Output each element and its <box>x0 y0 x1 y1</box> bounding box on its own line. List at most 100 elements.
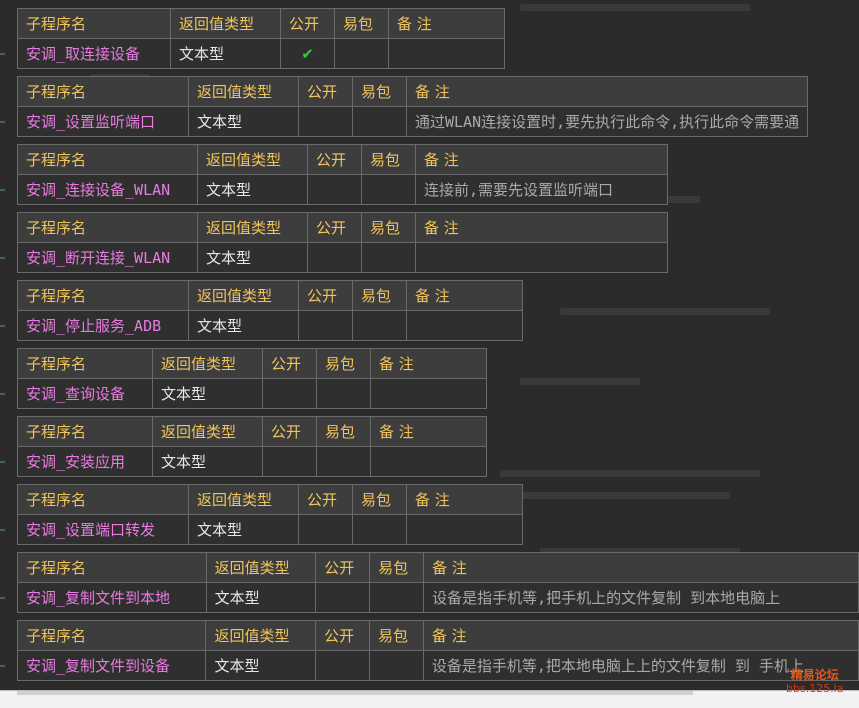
header-public: 公开 <box>298 76 353 107</box>
header-name: 子程序名 <box>17 348 153 379</box>
public-checkbox-cell[interactable] <box>262 446 317 477</box>
note-cell[interactable]: 设备是指手机等,把手机上的文件复制 到本地电脑上 <box>423 582 859 613</box>
header-note: 备 注 <box>388 8 505 39</box>
header-public: 公开 <box>298 484 353 515</box>
return-type-cell[interactable]: 文本型 <box>205 650 317 681</box>
subprogram-name-cell[interactable]: 安调_停止服务_ADB <box>17 310 189 341</box>
subprogram-table[interactable]: 子程序名 返回值类型 公开 易包备 注安调_复制文件到设备 文本型 设备是指手机等,把本地… <box>16 620 859 681</box>
easy-package-cell[interactable] <box>352 106 407 137</box>
watermark-line2: bbs.125.la <box>786 682 844 695</box>
public-checkbox-cell[interactable] <box>298 310 353 341</box>
subprogram-name-cell[interactable]: 安调_复制文件到本地 <box>17 582 207 613</box>
return-type-cell[interactable]: 文本型 <box>197 174 308 205</box>
header-easy: 易包 <box>352 280 407 311</box>
scrollbar-track[interactable] <box>17 691 693 695</box>
watermark-logo: 精易论坛 bbs.125.la <box>786 668 843 696</box>
public-checkbox-cell[interactable] <box>315 582 371 613</box>
return-type-cell[interactable]: 文本型 <box>170 38 281 69</box>
subprogram-name-cell[interactable]: 安调_设置监听端口 <box>17 106 189 137</box>
header-name: 子程序名 <box>17 484 189 515</box>
easy-package-cell[interactable] <box>369 582 425 613</box>
return-type-cell[interactable]: 文本型 <box>205 582 317 613</box>
gutter-marker <box>0 529 5 531</box>
note-cell[interactable]: 连接前,需要先设置监听端口 <box>415 174 668 205</box>
note-cell[interactable] <box>406 514 523 545</box>
header-public: 公开 <box>262 348 317 379</box>
note-cell[interactable] <box>415 242 668 273</box>
header-return: 返回值类型 <box>188 280 299 311</box>
public-checkbox-cell[interactable] <box>315 650 370 681</box>
header-note: 备 注 <box>405 76 809 107</box>
subprogram-table[interactable]: 子程序名 返回值类型 公开 易包备 注安调_设置监听端口 文本型 通过WLAN连接设置时,… <box>17 76 809 137</box>
subprogram-name-cell[interactable]: 安调_断开连接_WLAN <box>17 242 198 273</box>
return-type-cell[interactable]: 文本型 <box>188 514 299 545</box>
header-note: 备 注 <box>415 144 668 175</box>
public-checkbox-cell[interactable] <box>307 174 362 205</box>
header-return: 返回值类型 <box>188 484 299 515</box>
subprogram-table[interactable]: 子程序名 返回值类型 公开 易包备 注安调_连接设备_WLAN 文本型 连接前,需要先设置… <box>17 144 668 205</box>
public-checkbox-cell[interactable] <box>262 378 317 409</box>
header-name: 子程序名 <box>17 416 153 447</box>
easy-package-cell[interactable] <box>352 514 407 545</box>
subprogram-name-cell[interactable]: 安调_设置端口转发 <box>17 514 189 545</box>
header-public: 公开 <box>307 212 362 243</box>
header-public: 公开 <box>262 416 317 447</box>
header-note: 备 注 <box>406 280 523 311</box>
public-checkbox-cell[interactable] <box>307 242 362 273</box>
header-return: 返回值类型 <box>205 620 317 651</box>
header-easy: 易包 <box>369 552 425 583</box>
easy-package-cell[interactable] <box>361 242 416 273</box>
header-easy: 易包 <box>361 212 416 243</box>
subprogram-name-cell[interactable]: 安调_复制文件到设备 <box>16 650 207 681</box>
easy-package-cell[interactable] <box>316 446 371 477</box>
note-cell[interactable]: 通过WLAN连接设置时,要先执行此命令,执行此命令需要通 <box>405 106 809 137</box>
easy-package-cell[interactable] <box>368 650 424 681</box>
header-note: 备 注 <box>423 552 859 583</box>
header-name: 子程序名 <box>17 212 198 243</box>
subprogram-table[interactable]: 子程序名 返回值类型 公开 易包备 注安调_安装应用 文本型 <box>17 416 487 477</box>
easy-package-cell[interactable] <box>316 378 371 409</box>
easy-package-cell[interactable] <box>352 310 407 341</box>
subprogram-table[interactable]: 子程序名 返回值类型 公开 易包备 注安调_断开连接_WLAN 文本型 <box>17 212 668 273</box>
return-type-cell[interactable]: 文本型 <box>188 106 299 137</box>
note-cell[interactable] <box>370 446 487 477</box>
return-type-cell[interactable]: 文本型 <box>152 446 263 477</box>
easy-package-cell[interactable] <box>361 174 416 205</box>
subprogram-name-cell[interactable]: 安调_取连接设备 <box>17 38 171 69</box>
subprogram-table[interactable]: 子程序名 返回值类型 公开 易包备 注安调_查询设备 文本型 <box>17 348 487 409</box>
note-cell[interactable] <box>406 310 523 341</box>
gutter-marker <box>0 53 5 55</box>
public-checkbox-cell[interactable] <box>298 106 353 137</box>
easy-package-cell[interactable] <box>334 38 389 69</box>
header-name: 子程序名 <box>16 620 207 651</box>
return-type-cell[interactable]: 文本型 <box>188 310 299 341</box>
header-easy: 易包 <box>316 348 371 379</box>
subprogram-table[interactable]: 子程序名 返回值类型 公开 易包备 注安调_停止服务_ADB 文本型 <box>17 280 523 341</box>
header-return: 返回值类型 <box>170 8 281 39</box>
public-checkbox-cell[interactable]: ✔ <box>280 38 335 69</box>
header-note: 备 注 <box>422 620 859 651</box>
subprogram-table[interactable]: 子程序名 返回值类型 公开 易包备 注安调_设置端口转发 文本型 <box>17 484 523 545</box>
note-cell[interactable] <box>370 378 487 409</box>
return-type-cell[interactable]: 文本型 <box>197 242 308 273</box>
subprogram-name-cell[interactable]: 安调_查询设备 <box>17 378 153 409</box>
return-type-cell[interactable]: 文本型 <box>152 378 263 409</box>
header-public: 公开 <box>298 280 353 311</box>
header-return: 返回值类型 <box>152 348 263 379</box>
subprogram-name-cell[interactable]: 安调_连接设备_WLAN <box>17 174 198 205</box>
header-return: 返回值类型 <box>205 552 317 583</box>
horizontal-scroll-area[interactable] <box>0 690 859 708</box>
header-easy: 易包 <box>352 484 407 515</box>
header-easy: 易包 <box>334 8 389 39</box>
gutter-marker <box>0 597 5 599</box>
header-easy: 易包 <box>352 76 407 107</box>
public-checkbox-cell[interactable] <box>298 514 353 545</box>
header-note: 备 注 <box>415 212 668 243</box>
header-return: 返回值类型 <box>197 212 308 243</box>
header-easy: 易包 <box>361 144 416 175</box>
subprogram-name-cell[interactable]: 安调_安装应用 <box>17 446 153 477</box>
note-cell[interactable] <box>388 38 505 69</box>
header-easy: 易包 <box>316 416 371 447</box>
subprogram-table[interactable]: 子程序名 返回值类型 公开 易包备 注安调_复制文件到本地 文本型 设备是指手机等,把手机… <box>17 552 859 613</box>
subprogram-table[interactable]: 子程序名 返回值类型 公开 易包备 注安调_取连接设备 文本型 ✔ <box>17 8 505 69</box>
